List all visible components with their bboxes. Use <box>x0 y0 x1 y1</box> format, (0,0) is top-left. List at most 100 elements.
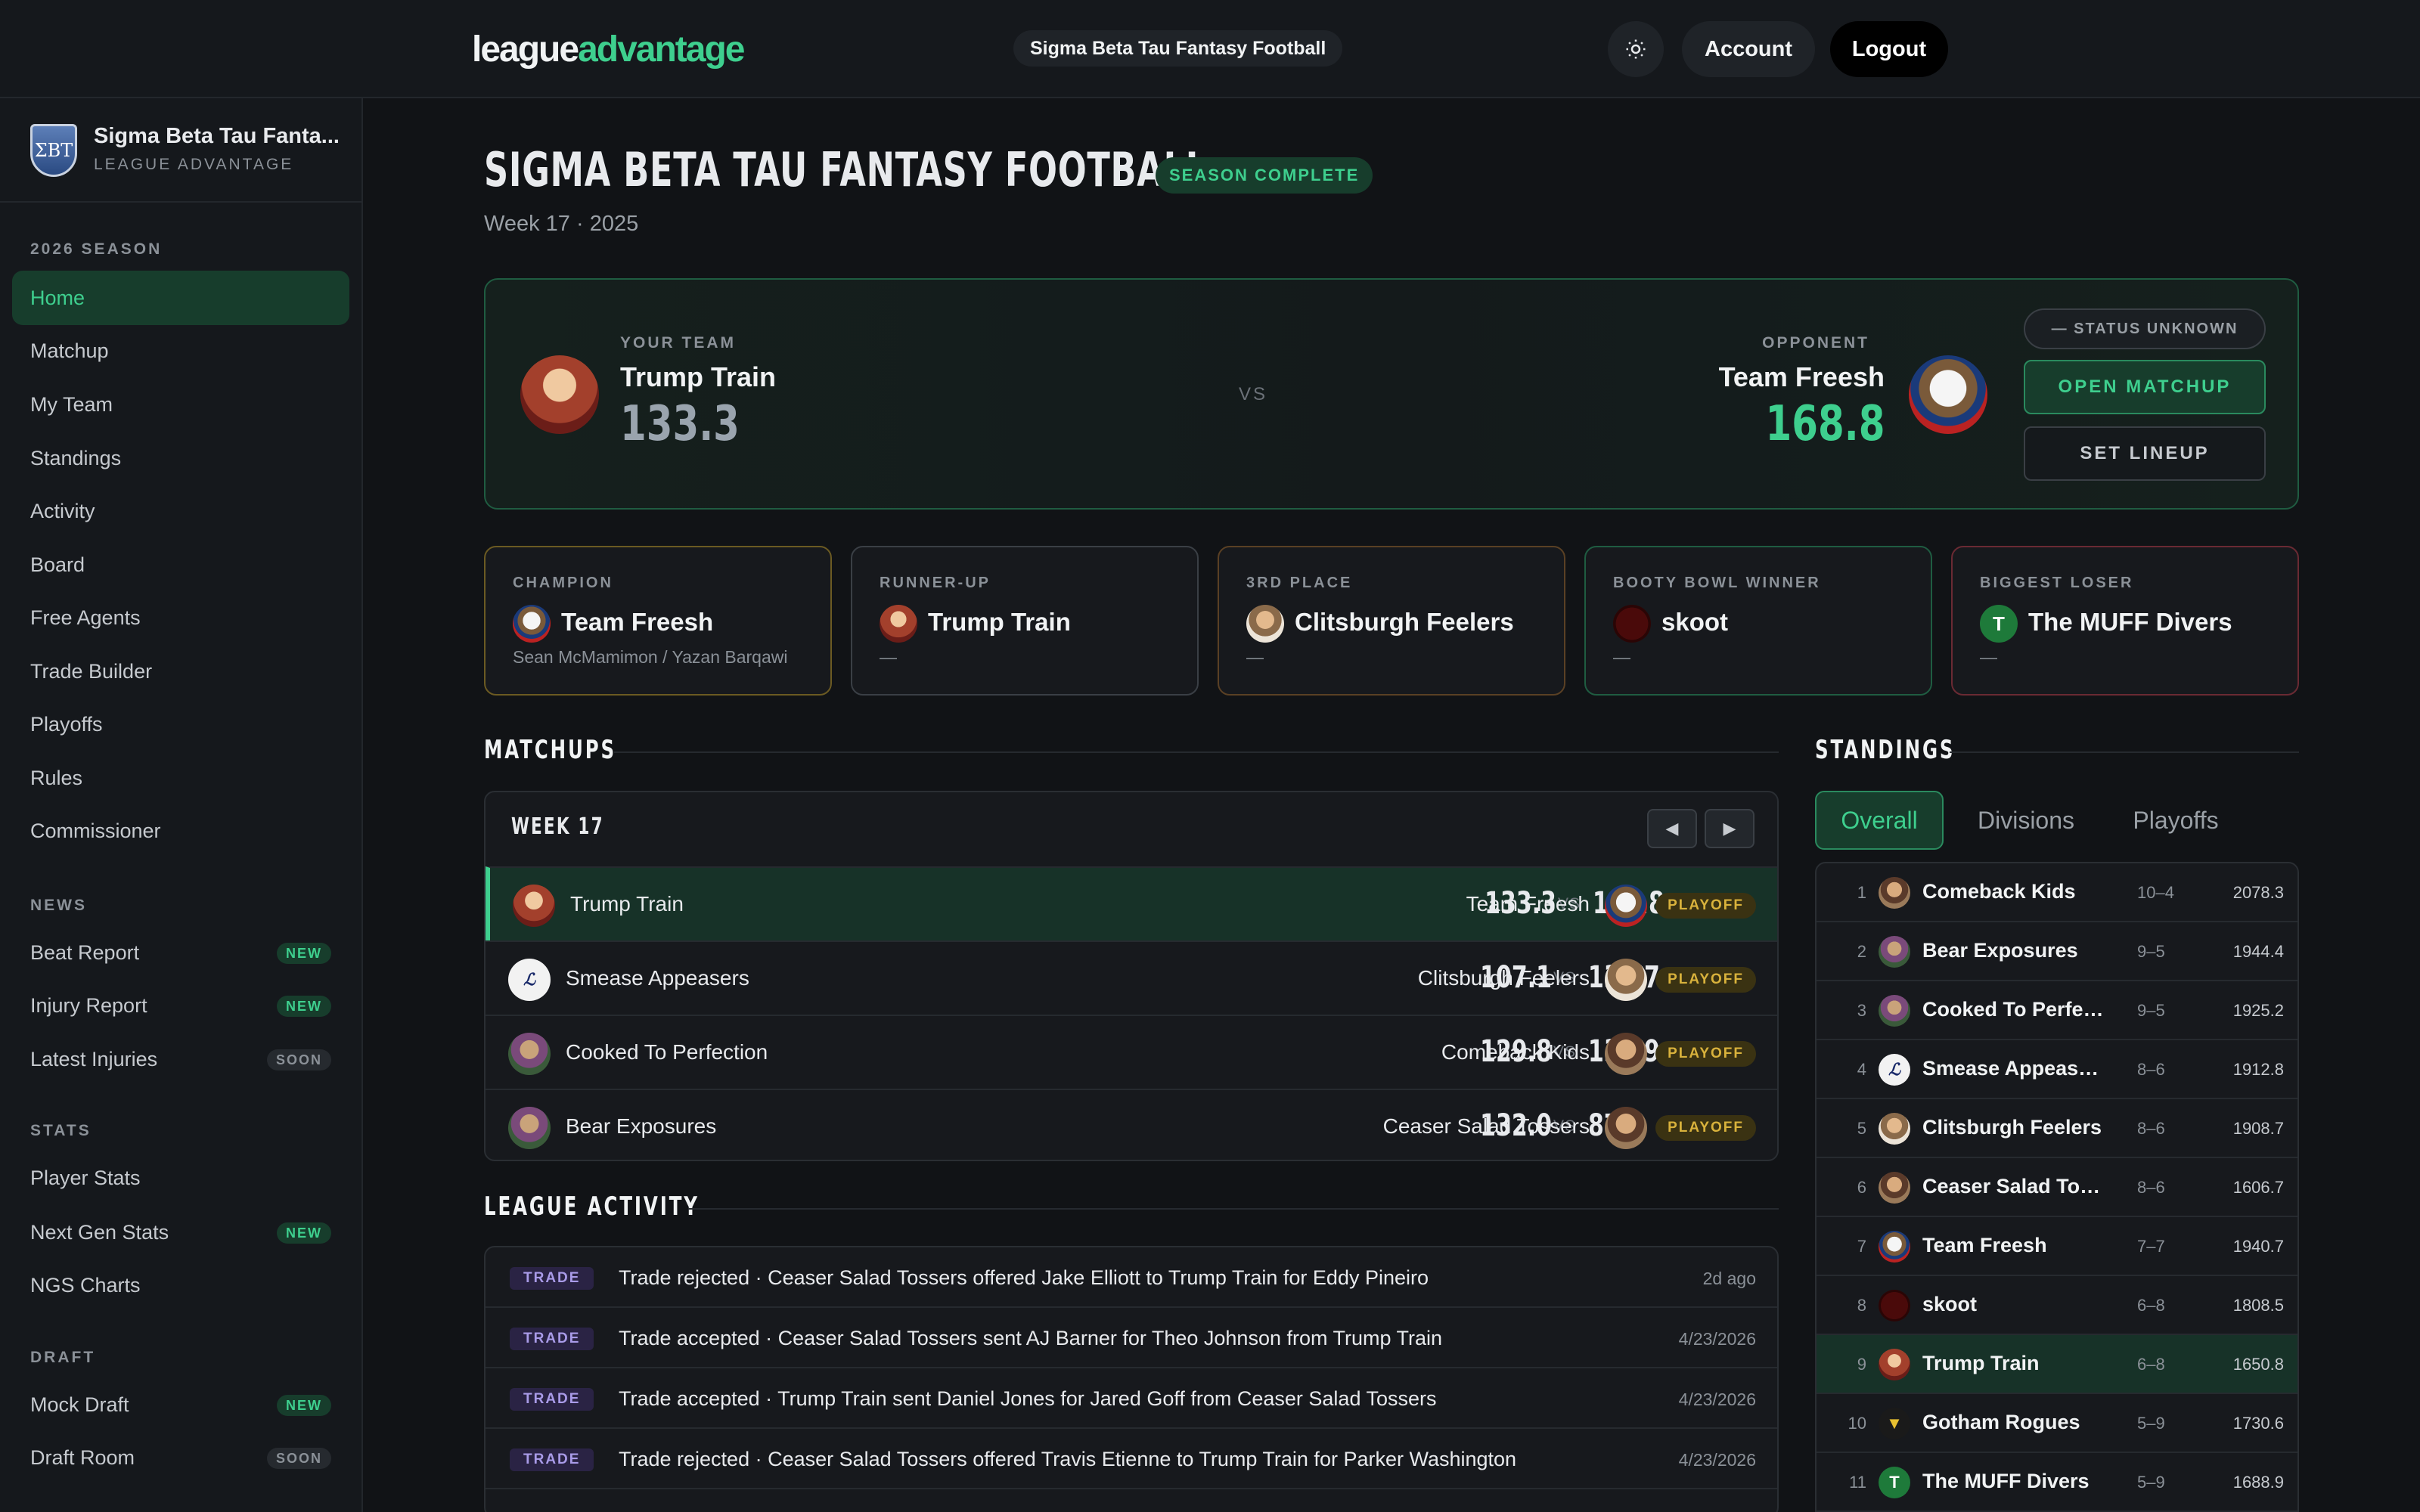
team-avatar <box>1879 877 1910 909</box>
matchup-row[interactable]: Cooked To Perfection 129.8 VS 136.9 Come… <box>486 1015 1777 1089</box>
rank: 5 <box>1857 1119 1866 1138</box>
standings-row-my-team[interactable]: 9 Trump Train 6–8 1650.8 <box>1817 1335 2297 1394</box>
award-card-runner-up[interactable]: RUNNER-UP Trump Train — <box>851 546 1199 696</box>
sidebar-item-draft-room[interactable]: Draft Room SOON <box>12 1430 349 1485</box>
sidebar-brand[interactable]: ΣΒΤ Sigma Beta Tau Fanta... LEAGUE ADVAN… <box>0 98 361 203</box>
award-card-third-place[interactable]: 3RD PLACE Clitsburgh Feelers — <box>1218 546 1565 696</box>
activity-row[interactable]: TRADE Trade rejected · Ceaser Salad Toss… <box>486 1247 1777 1308</box>
standings-row[interactable]: 2 Bear Exposures 9–5 1944.4 <box>1817 922 2297 981</box>
sidebar-item-board[interactable]: Board <box>12 538 349 592</box>
sidebar-item-matchup[interactable]: Matchup <box>12 324 349 378</box>
open-matchup-button[interactable]: OPEN MATCHUP <box>2024 360 2266 414</box>
sidebar-item-latest-injuries[interactable]: Latest Injuries SOON <box>12 1032 349 1086</box>
sidebar-item-my-team[interactable]: My Team <box>12 377 349 432</box>
logo-accent-text: advantage <box>578 29 745 70</box>
sidebar-item-ngs-charts[interactable]: NGS Charts <box>12 1258 349 1312</box>
new-badge: NEW <box>277 1222 331 1244</box>
team-record: 5–9 <box>2137 1473 2165 1492</box>
sidebar-item-label: NGS Charts <box>30 1273 141 1297</box>
standings-row[interactable]: 7 Team Freesh 7–7 1940.7 <box>1817 1217 2297 1276</box>
team-avatar <box>508 1107 551 1149</box>
tab-overall[interactable]: Overall <box>1815 791 1944 850</box>
team-name: Trump Train <box>1922 1352 2040 1374</box>
standings-row[interactable]: 3 Cooked To Perfec... 9–5 1925.2 <box>1817 981 2297 1040</box>
team-name: The MUFF Divers <box>1922 1470 2090 1492</box>
award-card-champion[interactable]: CHAMPION Team Freesh Sean McMamimon / Ya… <box>484 546 832 696</box>
activity-row[interactable]: TRADE Trade rejected · Ceaser Salad Toss… <box>486 1429 1777 1489</box>
award-owners: — <box>1613 647 1630 667</box>
account-button[interactable]: Account <box>1682 21 1815 77</box>
logout-button[interactable]: Logout <box>1830 21 1948 77</box>
standings-row[interactable]: 1 Comeback Kids 10–4 2078.3 <box>1817 863 2297 922</box>
sidebar-item-player-stats[interactable]: Player Stats <box>12 1151 349 1205</box>
award-team: Team Freesh <box>561 608 714 636</box>
tab-divisions[interactable]: Divisions <box>1956 791 2096 850</box>
sidebar-item-activity[interactable]: Activity <box>12 484 349 538</box>
soon-badge: SOON <box>266 1448 331 1469</box>
standings-row[interactable]: 6 Ceaser Salad Tos... 8–6 1606.7 <box>1817 1158 2297 1217</box>
nav-section-draft: DRAFT <box>30 1349 96 1366</box>
award-card-booty-bowl[interactable]: BOOTY BOWL WINNER skoot — <box>1584 546 1932 696</box>
standings-row[interactable]: 4 ℒ Smease Appease... 8–6 1912.8 <box>1817 1040 2297 1099</box>
team-avatar <box>1879 1113 1910 1145</box>
sidebar-item-label: Playoffs <box>30 712 103 736</box>
team-avatar: T <box>1980 605 2018 643</box>
sidebar-item-commissioner[interactable]: Commissioner <box>12 804 349 858</box>
award-team: Clitsburgh Feelers <box>1295 608 1514 636</box>
standings-row[interactable]: 11 T The MUFF Divers 5–9 1688.9 <box>1817 1453 2297 1512</box>
standings-row[interactable]: 10 ▼ Gotham Rogues 5–9 1730.6 <box>1817 1394 2297 1453</box>
sidebar-item-mock-draft[interactable]: Mock Draft NEW <box>12 1377 349 1432</box>
team-avatar <box>1613 605 1651 643</box>
sidebar-item-next-gen-stats[interactable]: Next Gen Stats NEW <box>12 1205 349 1259</box>
sidebar-item-standings[interactable]: Standings <box>12 431 349 485</box>
activity-row[interactable]: TRADE Trade accepted · Ceaser Salad Toss… <box>486 1308 1777 1368</box>
versus-label: VS <box>1239 384 1268 404</box>
matchup-row[interactable]: ℒ Smease Appeasers 107.1 VS 137.7 Clitsb… <box>486 940 1777 1015</box>
team-avatar <box>1879 1172 1910 1204</box>
standings-heading: STANDINGS <box>1815 735 1956 765</box>
team-name: Clitsburgh Feelers <box>1922 1116 2102 1139</box>
award-card-biggest-loser[interactable]: BIGGEST LOSER T The MUFF Divers — <box>1951 546 2299 696</box>
sidebar-item-label: Beat Report <box>30 940 140 964</box>
tab-playoffs[interactable]: Playoffs <box>2111 791 2240 850</box>
award-label: CHAMPION <box>513 575 613 591</box>
team-record: 5–9 <box>2137 1414 2165 1433</box>
bat-logo-icon: ▼ <box>1879 1408 1910 1439</box>
app-logo[interactable]: leagueadvantage <box>472 29 745 70</box>
sidebar-item-free-agents[interactable]: Free Agents <box>12 590 349 645</box>
league-selector[interactable]: Sigma Beta Tau Fantasy Football <box>1013 30 1343 67</box>
activity-row[interactable]: TRADE Trade accepted · Trump Train sent … <box>486 1368 1777 1429</box>
matchup-row[interactable]: Bear Exposures 132.0 VS 87.6 Ceaser Sala… <box>486 1089 1777 1160</box>
league-activity-heading: LEAGUE ACTIVITY <box>484 1191 700 1222</box>
activity-text: Trade rejected · Ceaser Salad Tossers of… <box>619 1266 1429 1289</box>
sidebar-item-trade-builder[interactable]: Trade Builder <box>12 644 349 699</box>
sidebar-item-playoffs[interactable]: Playoffs <box>12 697 349 751</box>
sidebar-item-label: Standings <box>30 446 122 469</box>
standings-row[interactable]: 5 Clitsburgh Feelers 8–6 1908.7 <box>1817 1099 2297 1158</box>
away-team-name: Ceaser Salad Tossers <box>1382 1114 1590 1138</box>
home-team-name: Smease Appeasers <box>566 966 749 990</box>
sidebar-item-rules[interactable]: Rules <box>12 751 349 805</box>
team-record: 8–6 <box>2137 1119 2165 1138</box>
new-badge: NEW <box>277 996 331 1017</box>
next-week-button[interactable]: ▶ <box>1705 809 1754 848</box>
set-lineup-button[interactable]: SET LINEUP <box>2024 426 2266 481</box>
team-name: Comeback Kids <box>1922 880 2076 903</box>
theme-toggle-button[interactable] <box>1608 21 1664 77</box>
team-avatar <box>1246 605 1284 643</box>
sidebar-item-injury-report[interactable]: Injury Report NEW <box>12 978 349 1033</box>
matchup-row[interactable]: Trump Train 133.3 VS 168.8 Team Freesh P… <box>486 866 1777 940</box>
new-badge: NEW <box>277 943 331 964</box>
activity-timestamp: 4/23/2026 <box>1678 1390 1756 1409</box>
standings-row[interactable]: 8 skoot 6–8 1808.5 <box>1817 1276 2297 1335</box>
team-name: Gotham Rogues <box>1922 1411 2080 1433</box>
previous-week-button[interactable]: ◀ <box>1647 809 1697 848</box>
sidebar-item-beat-report[interactable]: Beat Report NEW <box>12 925 349 980</box>
award-owners: — <box>880 647 897 667</box>
playoff-badge: PLAYOFF <box>1655 893 1756 919</box>
away-team-name: Comeback Kids <box>1441 1040 1590 1064</box>
team-name: Smease Appease... <box>1922 1057 2104 1080</box>
sidebar-item-home[interactable]: Home <box>12 271 349 325</box>
team-record: 8–6 <box>2137 1060 2165 1079</box>
soon-badge: SOON <box>266 1049 331 1070</box>
